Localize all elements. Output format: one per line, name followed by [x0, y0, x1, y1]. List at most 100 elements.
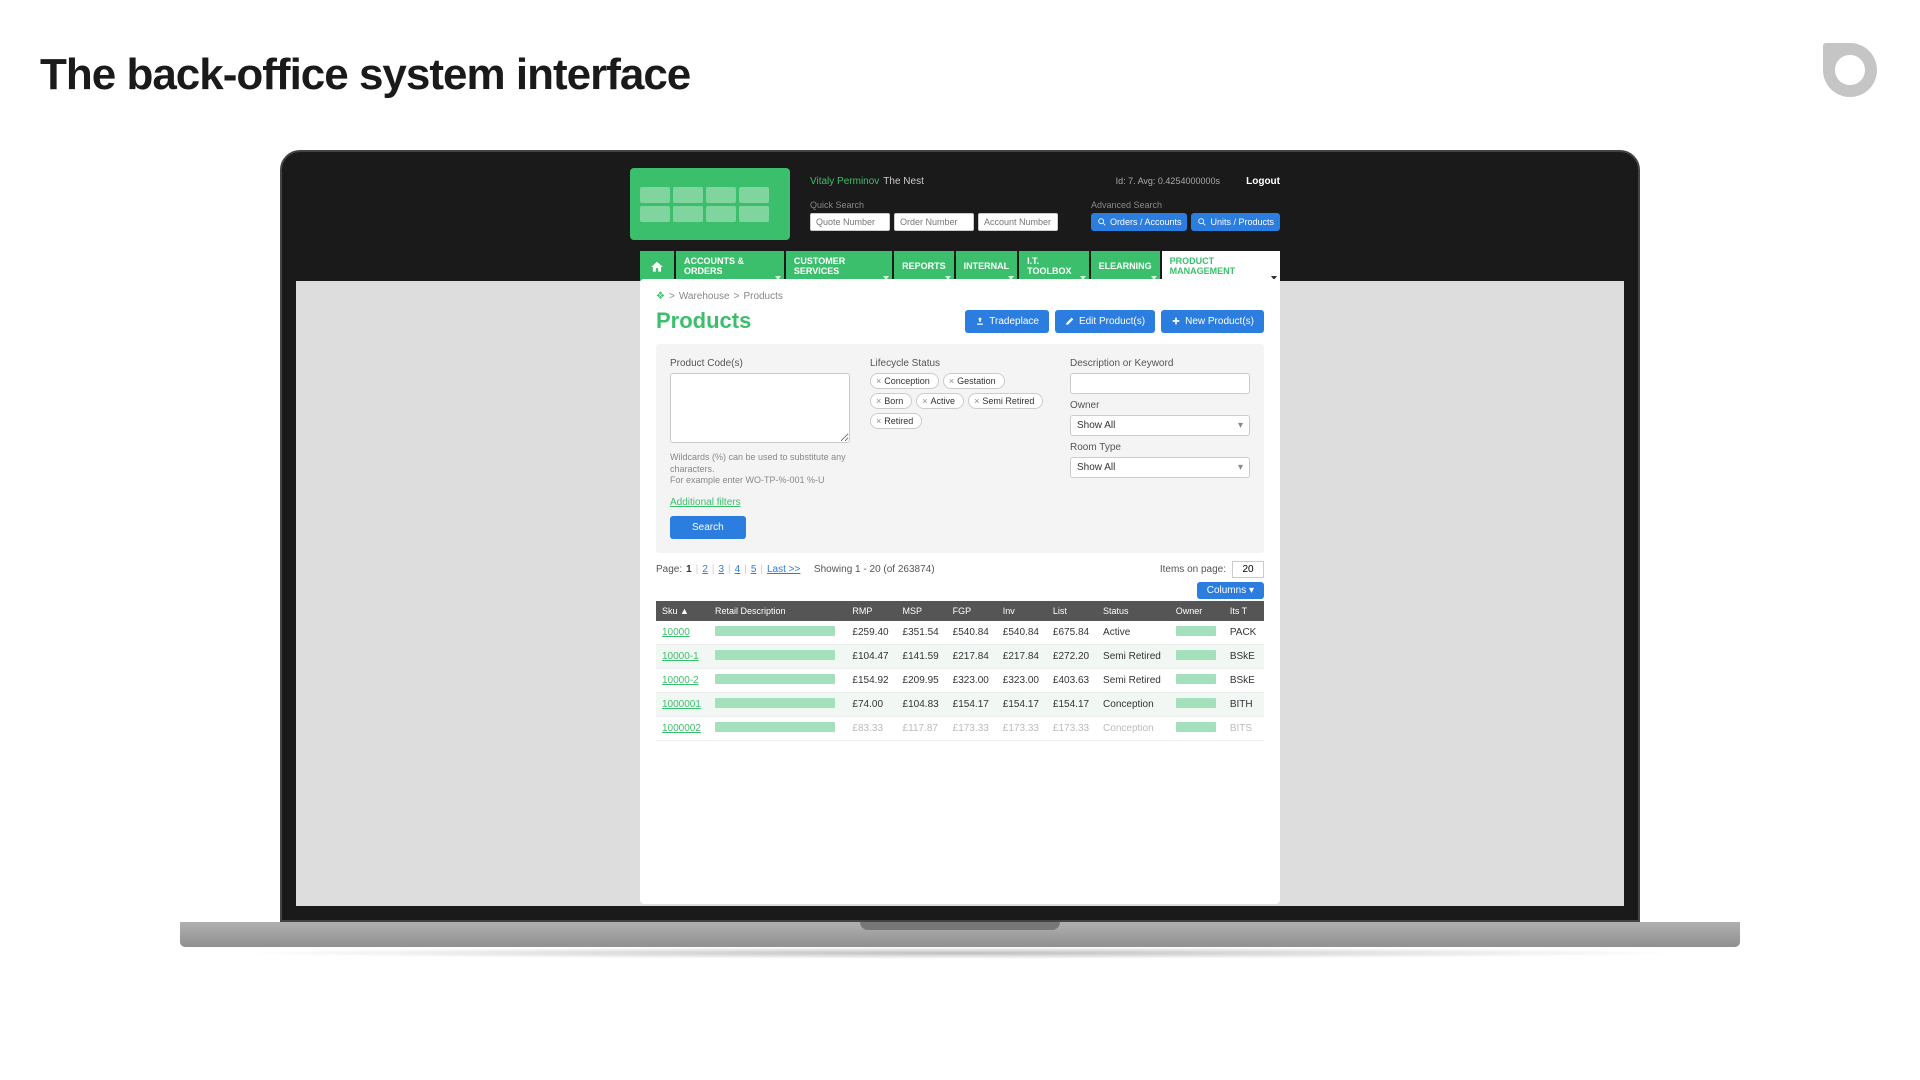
- nav-customer-services[interactable]: CUSTOMER SERVICES: [786, 251, 892, 283]
- chip-active[interactable]: ×Active: [916, 393, 964, 409]
- items-on-page-input[interactable]: [1232, 561, 1264, 578]
- chip-remove-icon[interactable]: ×: [876, 396, 881, 406]
- nav-it-toolbox[interactable]: I.T. TOOLBOX: [1019, 251, 1089, 283]
- chip-remove-icon[interactable]: ×: [974, 396, 979, 406]
- breadcrumb: ❖ > Warehouse > Products: [656, 291, 1264, 302]
- th-sku[interactable]: Sku ▲: [656, 601, 709, 621]
- quote-number-input[interactable]: [810, 213, 890, 231]
- edit-products-button[interactable]: Edit Product(s): [1055, 310, 1155, 333]
- brand-block: [630, 168, 790, 240]
- redacted-owner: [1176, 674, 1216, 684]
- tradeplace-button[interactable]: Tradeplace: [965, 310, 1049, 333]
- page-title: Products: [656, 308, 751, 334]
- nav-accounts-orders[interactable]: ACCOUNTS & ORDERS: [676, 251, 784, 283]
- th-list[interactable]: List: [1047, 601, 1097, 621]
- columns-button[interactable]: Columns ▾: [1197, 582, 1264, 599]
- new-products-button[interactable]: New Product(s): [1161, 310, 1264, 333]
- sku-link[interactable]: 10000-1: [662, 651, 699, 662]
- redacted-owner: [1176, 626, 1216, 636]
- nav-reports[interactable]: REPORTS: [894, 251, 954, 283]
- chip-remove-icon[interactable]: ×: [949, 376, 954, 386]
- content: ❖ > Warehouse > Products Products: [640, 279, 1280, 904]
- chip-retired[interactable]: ×Retired: [870, 413, 922, 429]
- edit-icon: [1065, 316, 1075, 326]
- page-5[interactable]: 5: [751, 564, 757, 575]
- breadcrumb-products: Products: [743, 291, 782, 302]
- nav-product-management[interactable]: PRODUCT MANAGEMENT: [1162, 251, 1280, 283]
- chip-remove-icon[interactable]: ×: [876, 376, 881, 386]
- chip-gestation[interactable]: ×Gestation: [943, 373, 1005, 389]
- page-2[interactable]: 2: [702, 564, 708, 575]
- app-root: Vitaly PerminovThe Nest Id: 7. Avg: 0.42…: [296, 166, 1624, 283]
- th-status[interactable]: Status: [1097, 601, 1170, 621]
- th-inv[interactable]: Inv: [997, 601, 1047, 621]
- home-icon: [650, 260, 664, 274]
- slide-title: The back-office system interface: [40, 50, 690, 100]
- owner-label: Owner: [1070, 400, 1250, 411]
- page-4[interactable]: 4: [735, 564, 741, 575]
- breadcrumb-icon: ❖: [656, 291, 665, 302]
- chip-remove-icon[interactable]: ×: [876, 416, 881, 426]
- page-last[interactable]: Last >>: [767, 564, 800, 575]
- redacted-owner: [1176, 722, 1216, 732]
- account-number-input[interactable]: [978, 213, 1058, 231]
- logout-link[interactable]: Logout: [1246, 176, 1280, 187]
- chip-born[interactable]: ×Born: [870, 393, 912, 409]
- table-row[interactable]: 10000-1£104.47£141.59£217.84£217.84£272.…: [656, 645, 1264, 669]
- table-row[interactable]: 1000002£83.33£117.87£173.33£173.33£173.3…: [656, 717, 1264, 741]
- sku-link[interactable]: 10000-2: [662, 675, 699, 686]
- chip-remove-icon[interactable]: ×: [922, 396, 927, 406]
- items-on-page-label: Items on page:: [1160, 564, 1226, 575]
- redacted-owner: [1176, 698, 1216, 708]
- pager: Page: 1| 2| 3| 4| 5| Last >> Showing 1 -…: [656, 564, 935, 575]
- page-1[interactable]: 1: [686, 564, 692, 575]
- plus-icon: [1171, 316, 1181, 326]
- nav-elearning[interactable]: ELEARNING: [1091, 251, 1160, 283]
- additional-filters-link[interactable]: Additional filters: [670, 497, 741, 508]
- table-row[interactable]: 10000-2£154.92£209.95£323.00£323.00£403.…: [656, 669, 1264, 693]
- topbar-user: Vitaly PerminovThe Nest: [810, 176, 924, 187]
- sku-link[interactable]: 1000002: [662, 723, 701, 734]
- room-type-select[interactable]: Show All: [1070, 457, 1250, 478]
- advanced-search: Advanced Search Orders / Accounts Units …: [1091, 200, 1280, 231]
- upload-icon: [975, 316, 985, 326]
- brand-logo: [1820, 40, 1880, 100]
- page-3[interactable]: 3: [718, 564, 724, 575]
- room-type-label: Room Type: [1070, 442, 1250, 453]
- orders-accounts-button[interactable]: Orders / Accounts: [1091, 213, 1188, 231]
- sku-link[interactable]: 1000001: [662, 699, 701, 710]
- th-fgp[interactable]: FGP: [947, 601, 997, 621]
- order-number-input[interactable]: [894, 213, 974, 231]
- units-products-button[interactable]: Units / Products: [1191, 213, 1280, 231]
- chip-semi-retired[interactable]: ×Semi Retired: [968, 393, 1043, 409]
- topbar-stats: Id: 7. Avg: 0.4254000000s: [1116, 176, 1220, 186]
- th-msp[interactable]: MSP: [897, 601, 947, 621]
- table-row[interactable]: 10000£259.40£351.54£540.84£540.84£675.84…: [656, 621, 1264, 645]
- showing-text: Showing 1 - 20 (of 263874): [814, 564, 935, 575]
- product-codes-input[interactable]: [670, 373, 850, 443]
- breadcrumb-warehouse[interactable]: Warehouse: [679, 291, 730, 302]
- th-owner[interactable]: Owner: [1170, 601, 1224, 621]
- th-rmp[interactable]: RMP: [846, 601, 896, 621]
- chip-conception[interactable]: ×Conception: [870, 373, 939, 389]
- redacted-desc: [715, 722, 835, 732]
- th-its[interactable]: Its T: [1224, 601, 1264, 621]
- owner-select[interactable]: Show All: [1070, 415, 1250, 436]
- laptop-mockup: Vitaly PerminovThe Nest Id: 7. Avg: 0.42…: [280, 150, 1640, 959]
- main-nav: ACCOUNTS & ORDERS CUSTOMER SERVICES REPO…: [296, 251, 1624, 283]
- nav-internal[interactable]: INTERNAL: [956, 251, 1018, 283]
- products-table: Sku ▲ Retail Description RMP MSP FGP Inv…: [656, 601, 1264, 741]
- redacted-desc: [715, 650, 835, 660]
- wildcard-hint: Wildcards (%) can be used to substitute …: [670, 452, 850, 487]
- redacted-owner: [1176, 650, 1216, 660]
- nav-home[interactable]: [640, 251, 674, 283]
- search-people-icon: [1097, 217, 1107, 227]
- description-input[interactable]: [1070, 373, 1250, 394]
- search-box-icon: [1197, 217, 1207, 227]
- search-button[interactable]: Search: [670, 516, 746, 539]
- table-row[interactable]: 1000001£74.00£104.83£154.17£154.17£154.1…: [656, 693, 1264, 717]
- lifecycle-status-label: Lifecycle Status: [870, 358, 1050, 369]
- sku-link[interactable]: 10000: [662, 627, 690, 638]
- quick-search: Quick Search: [810, 200, 1058, 231]
- th-retail-desc[interactable]: Retail Description: [709, 601, 846, 621]
